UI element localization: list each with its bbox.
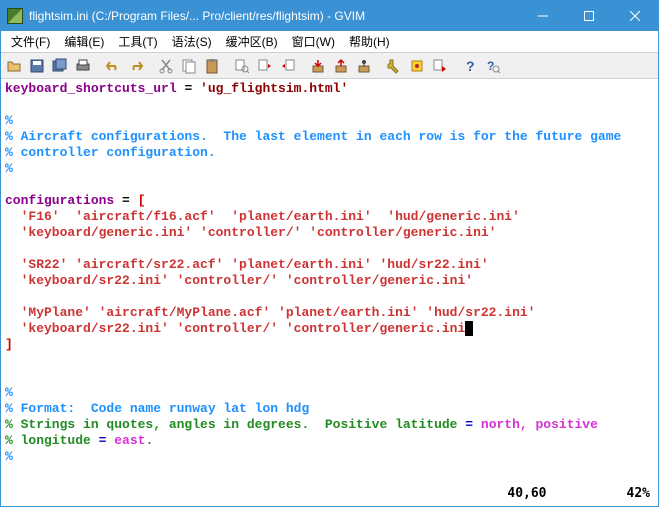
save-icon[interactable] [26, 55, 48, 77]
cursor-position: 40,60 [507, 486, 546, 501]
code-comment: % [5, 113, 13, 128]
findnext-icon[interactable] [254, 55, 276, 77]
menu-tools[interactable]: 工具(T) [112, 31, 163, 52]
code-keyword: keyboard_shortcuts_url [5, 81, 177, 96]
menu-help[interactable]: 帮助(H) [343, 31, 396, 52]
statusbar: 40,60 42% [1, 483, 658, 503]
editor-area[interactable]: keyboard_shortcuts_url = 'ug_flightsim.h… [1, 79, 658, 483]
findhelp-icon[interactable]: ? [482, 55, 504, 77]
menu-buffers[interactable]: 缓冲区(B) [220, 31, 284, 52]
window-titlebar: flightsim.ini (C:/Program Files/... Pro/… [1, 1, 658, 31]
vim-icon [7, 8, 23, 24]
toolbar: ? ? [1, 53, 658, 79]
window-title: flightsim.ini (C:/Program Files/... Pro/… [29, 9, 365, 23]
replace-icon[interactable] [231, 55, 253, 77]
tagjump-icon[interactable] [429, 55, 451, 77]
paste-icon[interactable] [201, 55, 223, 77]
menu-file[interactable]: 文件(F) [5, 31, 56, 52]
copy-icon[interactable] [178, 55, 200, 77]
savesess-icon[interactable] [330, 55, 352, 77]
scroll-percent: 42% [627, 486, 650, 501]
loadsess-icon[interactable] [307, 55, 329, 77]
runscript-icon[interactable] [353, 55, 375, 77]
redo-icon[interactable] [125, 55, 147, 77]
help-icon[interactable]: ? [459, 55, 481, 77]
close-button[interactable] [612, 1, 658, 31]
cut-icon[interactable] [155, 55, 177, 77]
maximize-button[interactable] [566, 1, 612, 31]
menu-window[interactable]: 窗口(W) [286, 31, 341, 52]
minimize-button[interactable] [520, 1, 566, 31]
ctags-icon[interactable] [406, 55, 428, 77]
menu-syntax[interactable]: 语法(S) [166, 31, 218, 52]
undo-icon[interactable] [102, 55, 124, 77]
open-icon[interactable] [3, 55, 25, 77]
make-icon[interactable] [383, 55, 405, 77]
window-controls [520, 1, 658, 31]
print-icon[interactable] [72, 55, 94, 77]
svg-text:?: ? [466, 58, 475, 74]
menubar: 文件(F) 编辑(E) 工具(T) 语法(S) 缓冲区(B) 窗口(W) 帮助(… [1, 31, 658, 53]
saveall-icon[interactable] [49, 55, 71, 77]
menu-edit[interactable]: 编辑(E) [58, 31, 110, 52]
cursor [465, 321, 473, 336]
findprev-icon[interactable] [277, 55, 299, 77]
